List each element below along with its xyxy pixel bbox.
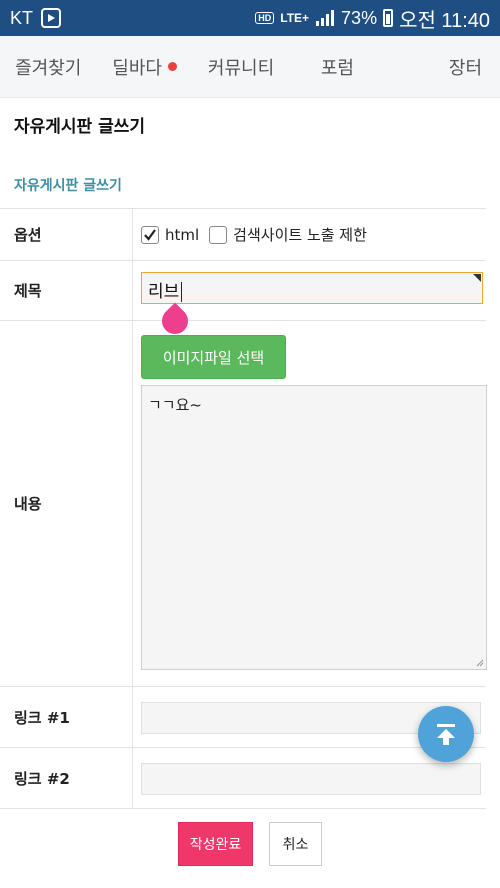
section-title: 자유게시판 글쓰기 <box>14 178 122 194</box>
search-exclude-label[interactable]: 검색사이트 노출 제한 <box>233 224 367 245</box>
text-caret <box>181 282 183 302</box>
content-row: 내용 이미지파일 선택 ㄱㄱ요~ <box>0 321 487 687</box>
tab-label: 즐겨찾기 <box>15 57 82 79</box>
subject-label: 제목 <box>0 261 133 320</box>
hd-voice-icon: HD <box>255 12 275 24</box>
tab-forum[interactable]: 포럼 <box>289 54 385 80</box>
status-bar: KT HD LTE+ 73% 오전 11:40 <box>0 0 500 36</box>
subject-field: 리브 <box>133 261 486 340</box>
html-checkbox[interactable] <box>141 225 159 244</box>
tab-market[interactable]: 장터 <box>386 54 500 80</box>
subject-row: 제목 리브 <box>0 261 486 340</box>
check-icon <box>144 228 156 241</box>
tab-favorites[interactable]: 즐겨찾기 <box>0 54 96 80</box>
tab-label: 딜바다 <box>112 57 162 79</box>
link1-label: 링크 #1 <box>0 687 133 747</box>
content-textarea[interactable]: ㄱㄱ요~ <box>141 385 487 670</box>
arrow-up-to-top-icon <box>437 724 455 745</box>
tab-label: 커뮤니티 <box>207 57 275 79</box>
tab-dealbada[interactable]: 딜바다 <box>96 54 192 80</box>
content-label: 내용 <box>0 321 133 686</box>
form-actions: 작성완료 취소 <box>0 822 500 866</box>
html-checkbox-label[interactable]: html <box>165 226 199 244</box>
image-select-button[interactable]: 이미지파일 선택 <box>141 335 286 379</box>
submit-button[interactable]: 작성완료 <box>178 822 253 866</box>
subject-input[interactable]: 리브 <box>141 272 483 304</box>
link2-row: 링크 #2 <box>0 748 486 809</box>
content-field: 이미지파일 선택 ㄱㄱ요~ <box>133 321 487 686</box>
tab-label: 장터 <box>448 57 483 79</box>
page-title: 자유게시판 글쓰기 <box>14 117 146 137</box>
network-type: LTE+ <box>280 11 310 25</box>
link2-label: 링크 #2 <box>0 748 133 808</box>
scroll-top-button[interactable] <box>418 706 474 762</box>
option-row: 옵션 html 검색사이트 노출 제한 <box>0 209 486 261</box>
search-exclude-checkbox[interactable] <box>209 225 228 244</box>
play-icon <box>41 8 62 28</box>
tab-label: 포럼 <box>320 57 354 79</box>
resize-grip-icon[interactable] <box>476 659 484 667</box>
option-field: html 검색사이트 노출 제한 <box>133 209 486 260</box>
input-corner-icon <box>473 274 481 282</box>
carrier-label: KT <box>10 7 34 28</box>
battery-icon <box>383 9 394 27</box>
battery-percent: 73% <box>341 7 378 28</box>
cancel-button[interactable]: 취소 <box>269 822 322 866</box>
nav-tabs: 즐겨찾기 딜바다 커뮤니티 포럼 장터 <box>0 36 500 98</box>
content-value: ㄱㄱ요~ <box>148 396 202 414</box>
clock: 오전 11:40 <box>399 9 490 32</box>
option-label: 옵션 <box>0 209 133 260</box>
tab-community[interactable]: 커뮤니티 <box>193 54 289 80</box>
write-form: 옵션 html 검색사이트 노출 제한 제목 리브 내용 이미지파일 선택 ㄱㄱ… <box>0 208 487 809</box>
signal-icon <box>316 10 335 26</box>
new-dot-icon <box>167 62 177 71</box>
link1-row: 링크 #1 <box>0 687 486 748</box>
link2-input[interactable] <box>141 763 481 795</box>
subject-value: 리브 <box>148 282 180 302</box>
